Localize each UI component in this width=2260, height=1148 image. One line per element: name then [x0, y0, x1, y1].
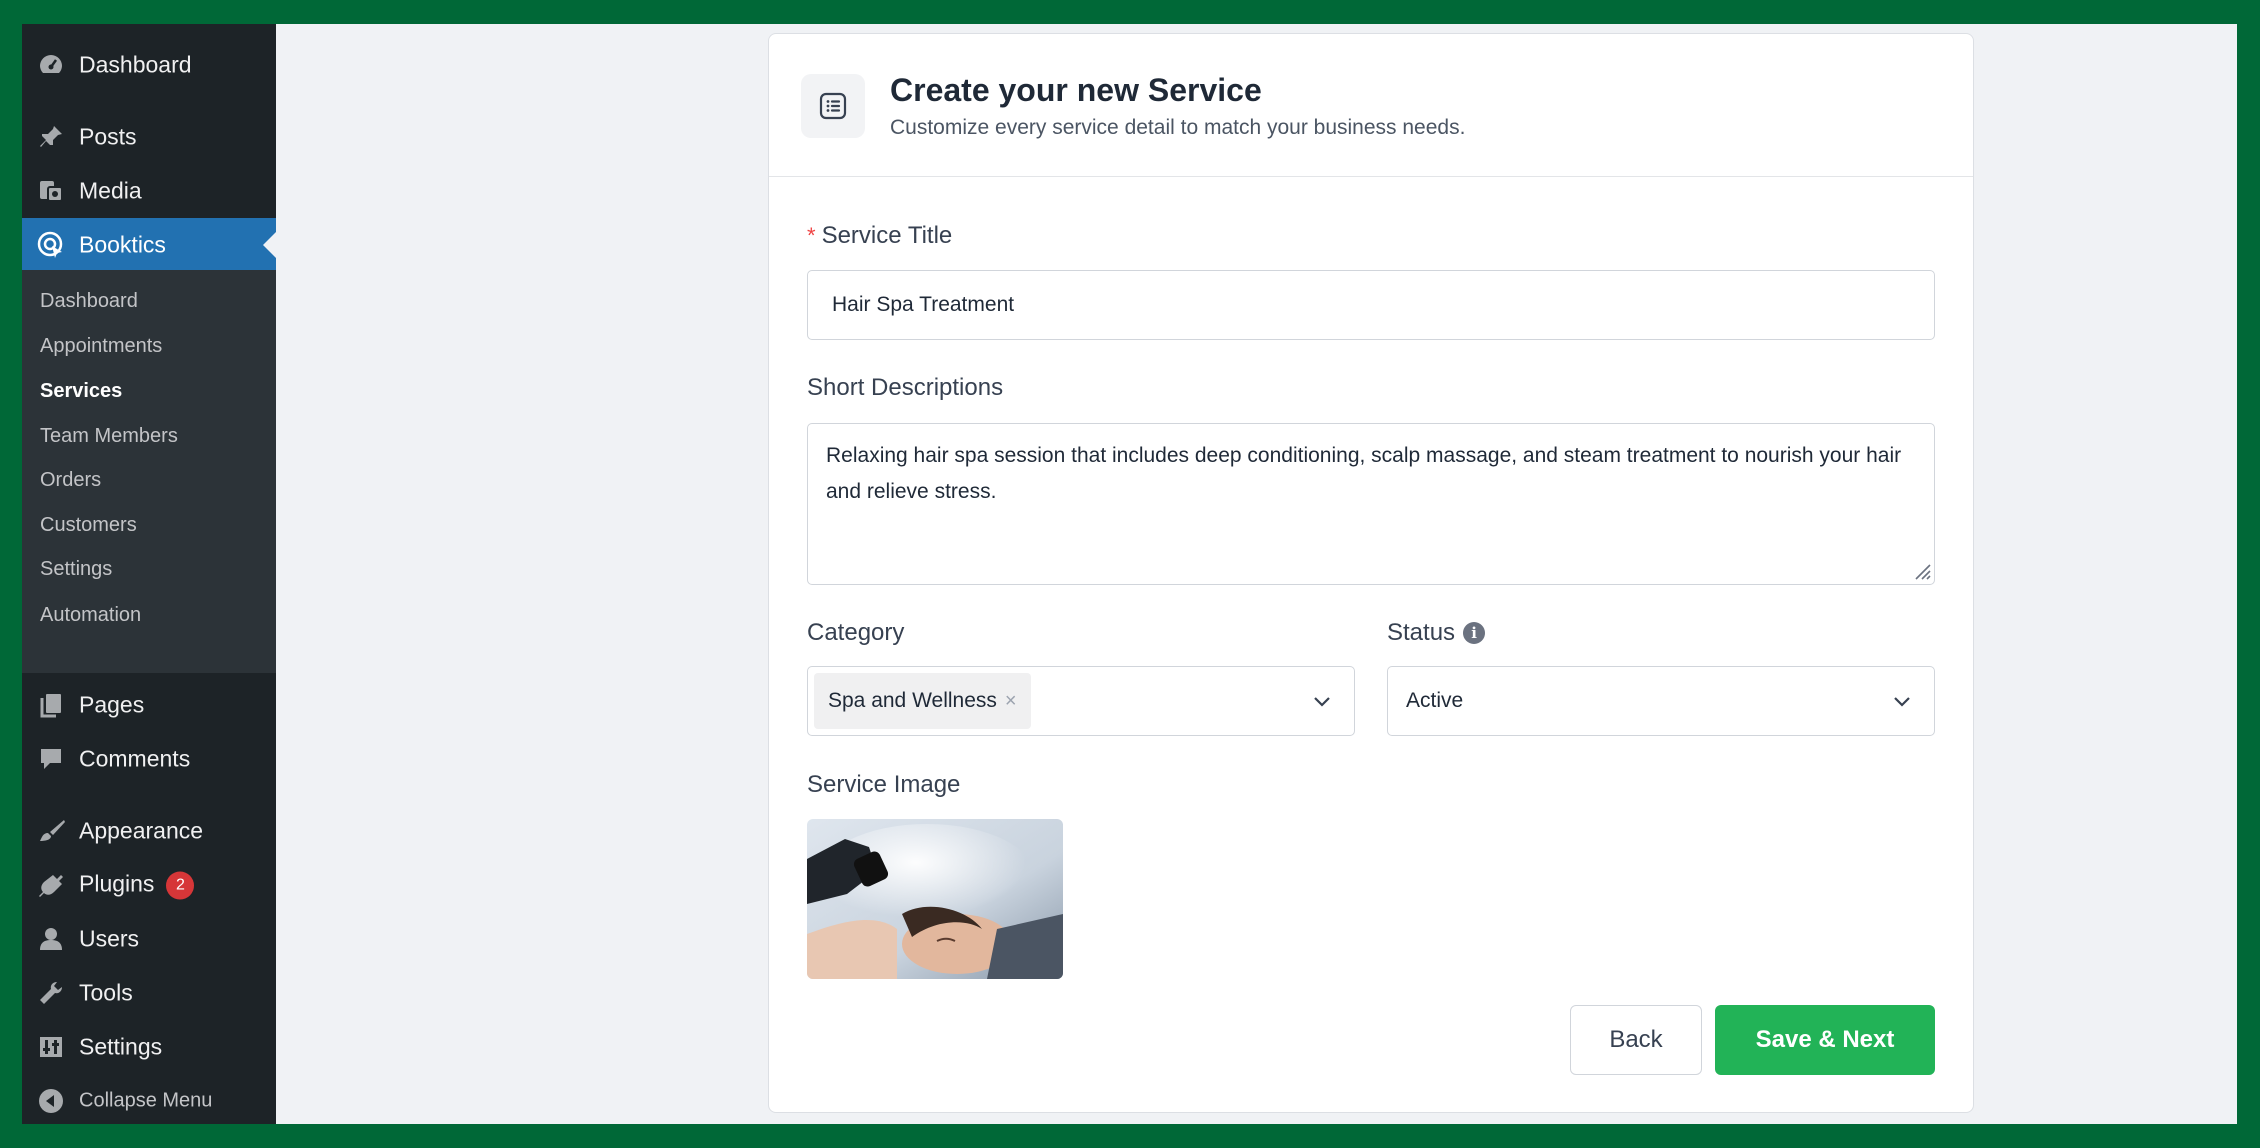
sidebar-item-label: Tools	[79, 979, 133, 1006]
sidebar-item-pages[interactable]: Pages	[22, 678, 276, 732]
back-button[interactable]: Back	[1570, 1005, 1702, 1075]
collapse-menu-label: Collapse Menu	[79, 1089, 213, 1112]
page-subtitle: Customize every service detail to match …	[890, 116, 1466, 139]
update-count-badge: 2	[166, 871, 195, 900]
sidebar-item-label: Posts	[79, 123, 137, 150]
chevron-down-icon[interactable]	[1890, 689, 1914, 713]
service-title-label: * Service Title	[807, 222, 953, 249]
brush-icon	[36, 816, 66, 846]
sidebar-item-dashboard[interactable]: Dashboard	[22, 38, 276, 92]
category-label: Category	[807, 619, 905, 646]
chevron-down-icon[interactable]	[1310, 689, 1334, 713]
page-title: Create your new Service	[890, 72, 1262, 108]
wrench-icon	[36, 978, 66, 1008]
sidebar-item-users[interactable]: Users	[22, 912, 276, 966]
sidebar-item-plugins[interactable]: Plugins 2	[22, 858, 276, 912]
required-mark: *	[807, 223, 816, 248]
sidebar-item-label: Comments	[79, 745, 191, 772]
submenu-item-customers[interactable]: Customers	[40, 514, 137, 537]
submenu-item-automation[interactable]: Automation	[40, 604, 141, 627]
submenu-item-team-members[interactable]: Team Members	[40, 425, 178, 448]
sidebar-item-label: Plugins 2	[79, 871, 195, 900]
pin-icon	[36, 122, 66, 152]
sidebar-item-label: Media	[79, 177, 142, 204]
sidebar-item-posts[interactable]: Posts	[22, 110, 276, 164]
service-image-label: Service Image	[807, 771, 961, 798]
submenu-item-dashboard[interactable]: Dashboard	[40, 290, 138, 313]
submenu-item-settings[interactable]: Settings	[40, 558, 112, 581]
sidebar-item-settings[interactable]: Settings	[22, 1020, 276, 1074]
sidebar-item-booktics[interactable]: Booktics	[22, 218, 276, 272]
category-tag: Spa and Wellness ×	[814, 673, 1031, 729]
list-icon	[801, 74, 865, 138]
user-icon	[36, 924, 66, 954]
card-header: Create your new Service Customize every …	[769, 34, 1973, 177]
info-icon[interactable]: i	[1463, 622, 1486, 644]
media-icon	[36, 176, 66, 206]
dashboard-icon	[36, 50, 66, 80]
sidebar-item-label: Settings	[79, 1033, 163, 1060]
booktics-submenu: Dashboard Appointments Services Team Mem…	[22, 270, 276, 673]
sidebar-item-label: Users	[79, 925, 140, 952]
short-description-textarea[interactable]: Relaxing hair spa session that includes …	[807, 423, 1935, 585]
sidebar-item-label: Booktics	[79, 231, 166, 258]
collapse-icon	[36, 1086, 66, 1116]
submenu-item-appointments[interactable]: Appointments	[40, 335, 162, 358]
admin-sidebar: Dashboard Posts Media Booktics Dashboard…	[22, 24, 276, 1124]
sidebar-item-label: Pages	[79, 691, 145, 718]
settings-icon	[36, 1032, 66, 1062]
plugin-icon	[36, 870, 66, 900]
short-description-label: Short Descriptions	[807, 374, 1004, 401]
submenu-item-services[interactable]: Services	[40, 380, 122, 403]
sidebar-item-comments[interactable]: Comments	[22, 732, 276, 786]
comments-icon	[36, 744, 66, 774]
sidebar-item-label: Dashboard	[79, 51, 192, 78]
sidebar-item-media[interactable]: Media	[22, 164, 276, 218]
status-select[interactable]: Active	[1387, 666, 1935, 736]
sidebar-item-tools[interactable]: Tools	[22, 966, 276, 1020]
collapse-menu-button[interactable]: Collapse Menu	[22, 1074, 276, 1124]
save-next-button[interactable]: Save & Next	[1715, 1005, 1935, 1075]
app-frame: Dashboard Posts Media Booktics Dashboard…	[22, 24, 2237, 1124]
status-value: Active	[1406, 689, 1464, 712]
remove-tag-icon[interactable]: ×	[1005, 690, 1017, 713]
submenu-item-orders[interactable]: Orders	[40, 469, 101, 492]
service-image-thumbnail[interactable]	[807, 819, 1063, 979]
sidebar-item-appearance[interactable]: Appearance	[22, 804, 276, 858]
resize-handle-icon[interactable]	[1912, 561, 1932, 581]
sidebar-item-label: Appearance	[79, 817, 204, 844]
pages-icon	[36, 690, 66, 720]
category-select[interactable]: Spa and Wellness ×	[807, 666, 1355, 736]
booktics-icon	[36, 230, 66, 260]
status-label: Status i	[1387, 619, 1486, 647]
service-form-card: Create your new Service Customize every …	[768, 33, 1974, 1113]
service-title-input[interactable]	[807, 270, 1935, 340]
